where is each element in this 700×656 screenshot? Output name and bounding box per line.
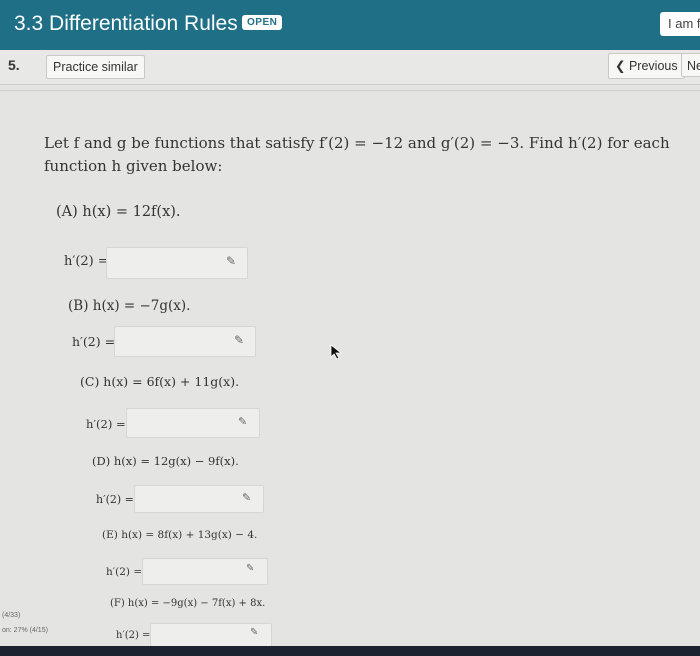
part-d-answer-label: h′(2) = <box>96 493 134 506</box>
divider <box>0 90 700 91</box>
practice-similar-button[interactable]: Practice similar <box>46 55 145 79</box>
part-a-answer-label: h′(2) = <box>64 254 109 269</box>
question-number: 5. <box>8 57 20 73</box>
part-f-answer-label: h′(2) = <box>116 630 151 641</box>
pencil-icon[interactable]: ✎ <box>246 563 254 574</box>
score-note: on: 27% (4/15) <box>2 627 48 634</box>
chevron-left-icon: ❮ <box>615 59 626 73</box>
part-a-label: (A) h(x) = 12f(x). <box>56 204 181 220</box>
part-b-label: (B) h(x) = −7g(x). <box>68 298 191 314</box>
progress-note: (4/33) <box>2 612 21 619</box>
part-c-label: (C) h(x) = 6f(x) + 11g(x). <box>80 374 240 389</box>
pencil-icon[interactable]: ✎ <box>238 415 247 428</box>
part-e-label: (E) h(x) = 8f(x) + 13g(x) − 4. <box>102 529 258 541</box>
pencil-icon[interactable]: ✎ <box>250 627 258 638</box>
pencil-icon[interactable]: ✎ <box>242 491 251 504</box>
previous-button[interactable]: ❮ Previous <box>608 53 685 79</box>
pencil-icon[interactable]: ✎ <box>234 333 244 347</box>
part-b-answer-label: h′(2) = <box>72 334 116 349</box>
part-e-answer-label: h′(2) = <box>106 566 143 578</box>
previous-label: Previous <box>628 59 678 73</box>
part-c-answer-label: h′(2) = <box>86 417 126 431</box>
question-text: Let f and g be functions that satisfy f′… <box>44 134 670 175</box>
page-title: 3.3 Differentiation Rules <box>14 12 238 35</box>
bottom-bar <box>0 646 700 656</box>
part-d-label: (D) h(x) = 12g(x) − 9f(x). <box>92 454 239 468</box>
part-f-label: (F) h(x) = −9g(x) − 7f(x) + 8x. <box>110 598 266 609</box>
mouse-pointer-icon <box>330 344 343 360</box>
question-toolbar: 5. Practice similar ❮ Previous Ne <box>0 50 700 85</box>
app-header: 3.3 Differentiation Rules OPEN I am f <box>0 0 700 50</box>
status-badge: OPEN <box>242 15 283 30</box>
pencil-icon[interactable]: ✎ <box>226 254 236 268</box>
next-button[interactable]: Ne <box>681 53 700 77</box>
i-am-finished-button[interactable]: I am f <box>660 12 700 36</box>
